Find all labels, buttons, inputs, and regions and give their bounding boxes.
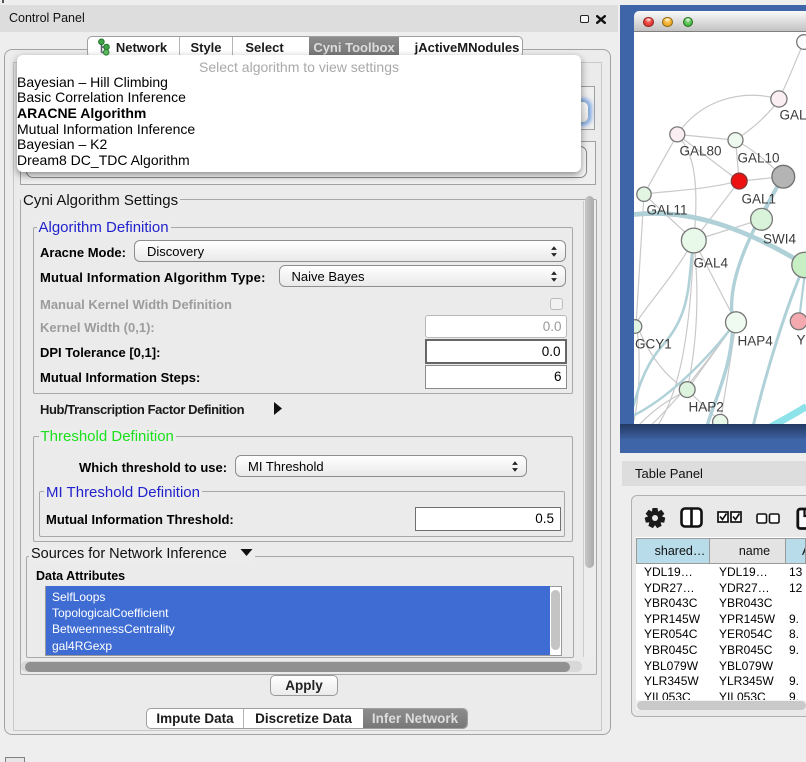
svg-text:HAP4: HAP4 xyxy=(737,333,773,348)
svg-text:GAL1: GAL1 xyxy=(741,191,776,206)
svg-text:GAL10: GAL10 xyxy=(737,150,779,165)
svg-text:SWI4: SWI4 xyxy=(763,231,796,246)
svg-text:HAP2: HAP2 xyxy=(688,399,723,414)
svg-text:GAL4: GAL4 xyxy=(693,255,728,270)
svg-text:GAL11: GAL11 xyxy=(646,202,687,217)
svg-text:YEL: YEL xyxy=(796,332,806,347)
svg-text:GAL7: GAL7 xyxy=(779,107,806,122)
svg-text:GCY1: GCY1 xyxy=(635,336,672,351)
svg-text:GAL80: GAL80 xyxy=(679,143,721,158)
